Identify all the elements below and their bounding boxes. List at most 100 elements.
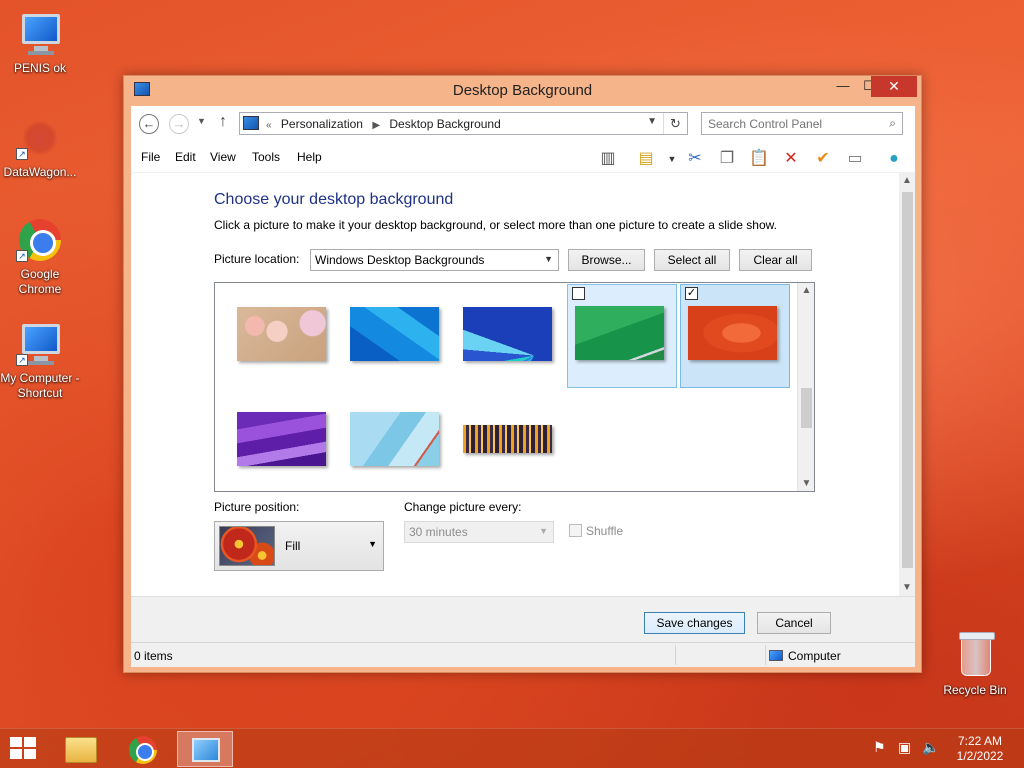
picture-gallery: ✓ ▲ ▼ bbox=[214, 282, 815, 492]
shortcut-arrow-icon: ↗ bbox=[16, 250, 28, 262]
breadcrumb-overflow[interactable]: « bbox=[266, 120, 272, 131]
breadcrumb-personalization[interactable]: Personalization bbox=[281, 117, 363, 131]
shuffle-checkbox-box[interactable] bbox=[569, 524, 582, 537]
action-center-flag-icon[interactable]: ⚑ bbox=[873, 739, 886, 756]
title-bar[interactable]: Desktop Background — ☐ ✕ bbox=[124, 76, 921, 106]
volume-muted-icon[interactable]: 🔈 bbox=[922, 739, 939, 756]
scrollbar-thumb[interactable] bbox=[902, 192, 913, 568]
search-icon[interactable]: ⌕ bbox=[889, 116, 896, 131]
dropdown-icon[interactable]: ▼ bbox=[661, 148, 683, 170]
globe-icon[interactable]: ● bbox=[883, 148, 905, 170]
control-panel-icon bbox=[243, 116, 259, 130]
thumbnail-checkbox[interactable] bbox=[572, 287, 585, 300]
thumbnail-tile[interactable] bbox=[443, 285, 553, 389]
folder-icon bbox=[65, 737, 97, 763]
breadcrumb-separator-icon[interactable]: ▶ bbox=[372, 120, 380, 131]
item-count: 0 items bbox=[134, 649, 173, 663]
thumbnail-tile[interactable] bbox=[217, 390, 327, 491]
delete-icon[interactable]: ✕ bbox=[780, 148, 802, 170]
desktop-icon-recycle-bin[interactable]: Recycle Bin bbox=[935, 632, 1015, 698]
position-preview-image bbox=[219, 526, 275, 566]
search-box[interactable]: ⌕ bbox=[701, 112, 903, 135]
status-location-label: Computer bbox=[788, 649, 841, 663]
scroll-down-icon[interactable]: ▼ bbox=[798, 478, 814, 489]
shortcut-arrow-icon: ↗ bbox=[16, 354, 28, 366]
desktop-icon-google-chrome[interactable]: ↗ Google Chrome bbox=[0, 216, 80, 297]
clear-all-button[interactable]: Clear all bbox=[739, 249, 812, 271]
thumbnail-image bbox=[237, 412, 326, 466]
picture-location-select[interactable]: Windows Desktop Backgrounds ▼ bbox=[310, 249, 559, 271]
properties-icon[interactable]: ▭ bbox=[844, 148, 866, 170]
dialog-footer: Save changes Cancel bbox=[131, 596, 915, 642]
recent-pages-dropdown-icon[interactable]: ▼ bbox=[197, 116, 206, 126]
browse-button[interactable]: Browse... bbox=[568, 249, 645, 271]
picture-position-select[interactable]: Fill ▼ bbox=[214, 521, 384, 571]
folder-options-icon[interactable]: ▤ bbox=[635, 148, 657, 170]
datawagon-icon: ↗ bbox=[16, 114, 64, 162]
scrollbar-thumb[interactable] bbox=[801, 388, 812, 428]
cancel-button[interactable]: Cancel bbox=[757, 612, 831, 634]
thumbnail-image bbox=[350, 412, 439, 466]
computer-icon: ↗ bbox=[16, 320, 64, 368]
desktop-icon-datawagon[interactable]: ↗ DataWagon... bbox=[0, 114, 80, 180]
computer-icon bbox=[16, 10, 64, 58]
layout-icon[interactable]: ▥ bbox=[597, 148, 619, 170]
picture-location-label: Picture location: bbox=[214, 252, 300, 266]
gallery-scrollbar[interactable]: ▲ ▼ bbox=[797, 283, 814, 491]
thumbnail-tile[interactable] bbox=[217, 285, 327, 389]
thumbnail-image bbox=[575, 306, 664, 360]
window-title: Desktop Background bbox=[452, 82, 593, 99]
address-bar[interactable]: « Personalization ▶ Desktop Background ▼… bbox=[239, 112, 688, 135]
desktop-background-window: Desktop Background — ☐ ✕ ← → ▼ ↑ « Perso… bbox=[123, 75, 922, 673]
system-clock[interactable]: 7:22 AM 1/2/2022 bbox=[946, 734, 1014, 764]
thumbnail-checkbox[interactable]: ✓ bbox=[685, 287, 698, 300]
status-bar: 0 items Computer bbox=[131, 642, 915, 667]
back-button[interactable]: ← bbox=[139, 114, 159, 134]
menu-view[interactable]: View bbox=[210, 150, 236, 164]
taskbar-chrome[interactable] bbox=[115, 731, 171, 767]
refresh-button[interactable]: ↻ bbox=[663, 113, 687, 134]
forward-button[interactable]: → bbox=[169, 114, 189, 134]
up-button[interactable]: ↑ bbox=[219, 113, 227, 131]
search-input[interactable] bbox=[708, 114, 878, 134]
start-button[interactable] bbox=[10, 737, 38, 761]
desktop-icon-my-computer[interactable]: ↗ My Computer - Shortcut bbox=[0, 320, 80, 401]
change-interval-select[interactable]: 30 minutes ▼ bbox=[404, 521, 554, 543]
clock-date: 1/2/2022 bbox=[956, 749, 1004, 763]
scroll-down-icon[interactable]: ▼ bbox=[899, 582, 915, 593]
menu-tools[interactable]: Tools bbox=[252, 150, 280, 164]
address-dropdown-icon[interactable]: ▼ bbox=[647, 116, 657, 127]
chevron-down-icon: ▼ bbox=[544, 254, 553, 264]
close-button[interactable]: ✕ bbox=[871, 76, 917, 97]
change-interval-value: 30 minutes bbox=[409, 525, 468, 539]
checkmark-icon[interactable]: ✔ bbox=[812, 148, 834, 170]
thumbnail-image bbox=[237, 307, 326, 361]
main-content: Choose your desktop background Click a p… bbox=[131, 172, 899, 596]
content-scrollbar[interactable]: ▲ ▼ bbox=[899, 172, 915, 596]
menu-help[interactable]: Help bbox=[297, 150, 322, 164]
chrome-icon: ↗ bbox=[16, 216, 64, 264]
thumbnail-tile[interactable] bbox=[443, 390, 553, 491]
taskbar-file-explorer[interactable] bbox=[53, 731, 109, 767]
taskbar-control-panel[interactable] bbox=[177, 731, 233, 767]
thumbnail-tile[interactable] bbox=[567, 284, 677, 388]
desktop-icon-penis-ok[interactable]: PENIS ok bbox=[0, 10, 80, 76]
thumbnail-tile[interactable]: ✓ bbox=[680, 284, 790, 388]
cut-icon[interactable]: ✂ bbox=[684, 148, 706, 170]
network-icon[interactable]: ▣ bbox=[898, 739, 911, 756]
menu-edit[interactable]: Edit bbox=[175, 150, 196, 164]
save-changes-button[interactable]: Save changes bbox=[644, 612, 745, 634]
scroll-up-icon[interactable]: ▲ bbox=[798, 285, 814, 296]
recycle-bin-icon bbox=[951, 632, 999, 680]
paste-icon[interactable]: 📋 bbox=[748, 148, 770, 170]
thumbnail-tile[interactable] bbox=[330, 285, 440, 389]
thumbnail-tile[interactable] bbox=[330, 390, 440, 491]
menu-file[interactable]: File bbox=[141, 150, 160, 164]
breadcrumb-desktop-background[interactable]: Desktop Background bbox=[389, 117, 500, 131]
minimize-button[interactable]: — bbox=[830, 76, 856, 97]
select-all-button[interactable]: Select all bbox=[654, 249, 730, 271]
copy-icon[interactable]: ❐ bbox=[716, 148, 738, 170]
shortcut-arrow-icon: ↗ bbox=[16, 148, 28, 160]
scroll-up-icon[interactable]: ▲ bbox=[899, 175, 915, 186]
shuffle-checkbox[interactable]: Shuffle bbox=[569, 524, 623, 538]
